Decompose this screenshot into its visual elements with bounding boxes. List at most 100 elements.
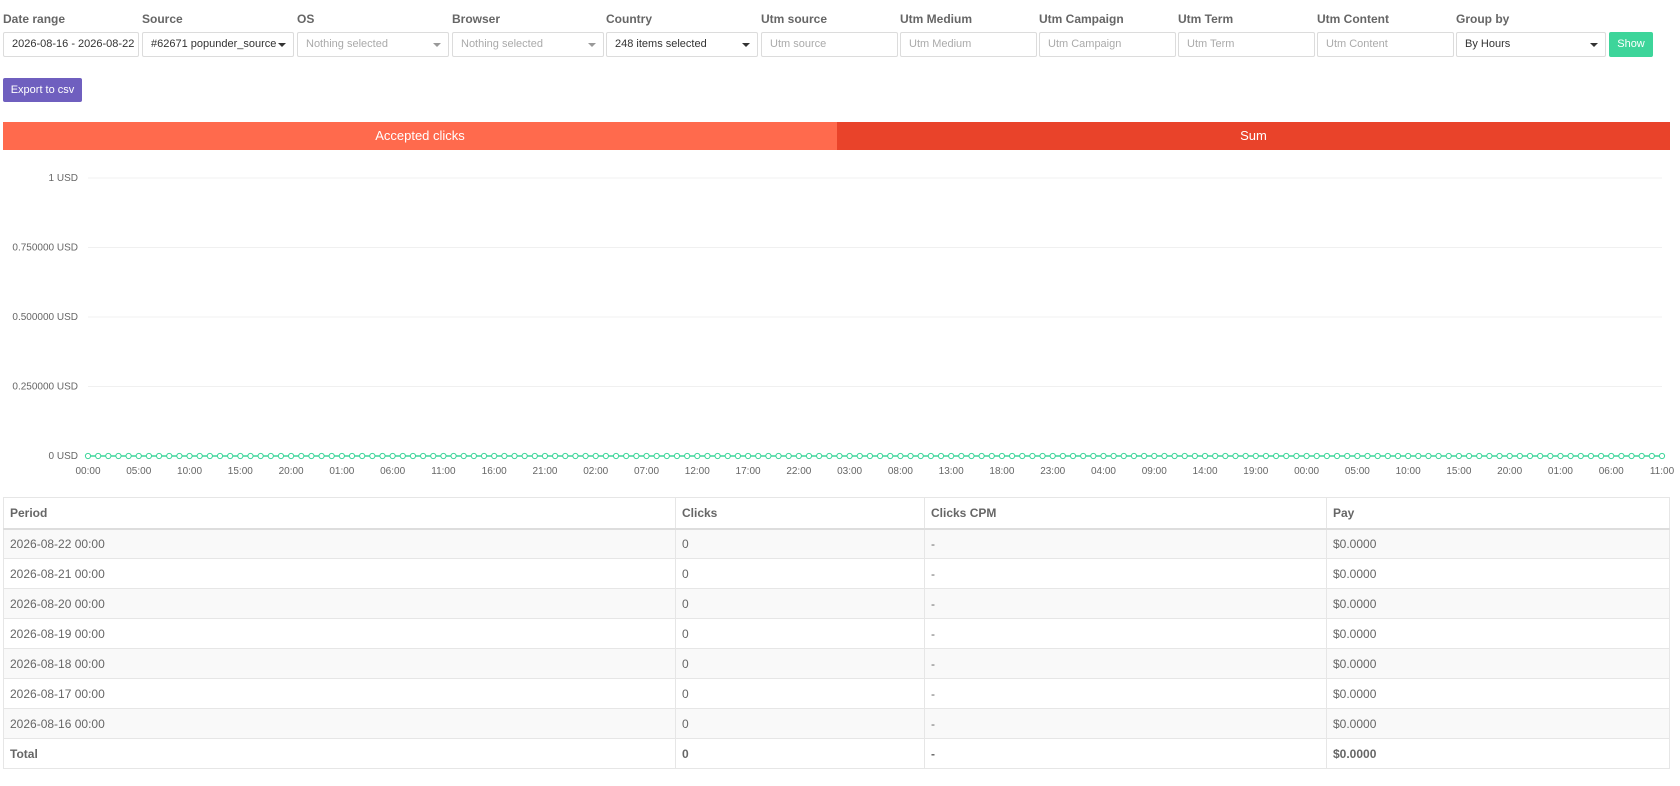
data-point[interactable]: [1547, 452, 1554, 460]
country-select[interactable]: 248 items selected: [606, 32, 758, 57]
data-point[interactable]: [328, 452, 335, 460]
tab-accepted-clicks[interactable]: Accepted clicks: [3, 122, 837, 150]
data-point[interactable]: [744, 452, 752, 460]
data-point[interactable]: [663, 452, 670, 460]
data-point[interactable]: [1080, 452, 1087, 460]
data-point[interactable]: [633, 452, 640, 460]
data-point[interactable]: [1648, 452, 1655, 460]
data-point[interactable]: [1323, 452, 1330, 460]
data-point[interactable]: [1222, 452, 1229, 460]
data-point[interactable]: [1618, 452, 1625, 460]
utm-campaign-input[interactable]: Utm Campaign: [1039, 32, 1176, 57]
data-point[interactable]: [501, 452, 508, 460]
utm-source-input[interactable]: Utm source: [761, 32, 898, 57]
data-point[interactable]: [917, 452, 924, 460]
data-point[interactable]: [1405, 452, 1412, 460]
data-point[interactable]: [1374, 452, 1381, 460]
data-point[interactable]: [470, 452, 477, 460]
data-point[interactable]: [978, 452, 985, 460]
data-point[interactable]: [409, 452, 417, 460]
data-point[interactable]: [145, 452, 153, 460]
data-point[interactable]: [1252, 452, 1259, 460]
data-point[interactable]: [734, 452, 742, 460]
show-button[interactable]: Show: [1609, 32, 1653, 57]
data-point[interactable]: [1567, 452, 1574, 460]
data-point[interactable]: [1344, 452, 1351, 460]
data-point[interactable]: [1191, 452, 1198, 460]
data-point[interactable]: [155, 452, 163, 460]
data-point[interactable]: [1141, 452, 1148, 460]
data-point[interactable]: [1029, 452, 1036, 460]
data-point[interactable]: [998, 452, 1006, 460]
data-point[interactable]: [1171, 452, 1178, 460]
data-point[interactable]: [795, 452, 802, 460]
column-header-period[interactable]: Period: [3, 497, 676, 530]
data-point[interactable]: [1384, 452, 1391, 460]
data-point[interactable]: [389, 452, 396, 460]
data-point[interactable]: [196, 452, 203, 460]
data-point[interactable]: [1628, 452, 1635, 460]
data-point[interactable]: [958, 452, 965, 460]
data-point[interactable]: [1638, 452, 1645, 460]
data-point[interactable]: [186, 452, 193, 460]
data-point[interactable]: [1597, 452, 1605, 460]
export-csv-button[interactable]: Export to csv: [3, 78, 82, 102]
data-point[interactable]: [1465, 452, 1473, 460]
data-point[interactable]: [836, 452, 843, 460]
data-point[interactable]: [1455, 452, 1463, 460]
data-point[interactable]: [907, 452, 914, 460]
data-point[interactable]: [369, 452, 376, 460]
data-point[interactable]: [785, 452, 792, 460]
data-point[interactable]: [562, 452, 569, 460]
data-point[interactable]: [1445, 452, 1452, 460]
data-point[interactable]: [247, 452, 254, 460]
data-point[interactable]: [1039, 452, 1046, 460]
data-point[interactable]: [704, 452, 711, 460]
source-select[interactable]: #62671 popunder_source: [142, 32, 294, 57]
data-point[interactable]: [1049, 452, 1056, 460]
data-point[interactable]: [755, 452, 762, 460]
data-point[interactable]: [887, 452, 894, 460]
data-point[interactable]: [653, 452, 660, 460]
data-point[interactable]: [856, 452, 863, 460]
data-point[interactable]: [206, 452, 213, 460]
data-point[interactable]: [1658, 452, 1666, 460]
data-point[interactable]: [1476, 452, 1483, 460]
data-point[interactable]: [846, 452, 853, 460]
data-point[interactable]: [1415, 452, 1422, 460]
data-point[interactable]: [257, 452, 264, 460]
data-point[interactable]: [968, 452, 975, 460]
data-point[interactable]: [338, 452, 345, 460]
data-point[interactable]: [480, 452, 488, 460]
data-point[interactable]: [216, 452, 224, 460]
data-point[interactable]: [1608, 452, 1615, 460]
data-point[interactable]: [714, 452, 721, 460]
data-point[interactable]: [1212, 452, 1219, 460]
data-point[interactable]: [298, 452, 305, 460]
data-point[interactable]: [95, 452, 102, 460]
group-by-select[interactable]: By Hours: [1456, 32, 1606, 57]
data-point[interactable]: [1303, 452, 1310, 460]
data-point[interactable]: [511, 452, 518, 460]
data-point[interactable]: [1090, 452, 1097, 460]
data-point[interactable]: [775, 452, 782, 460]
data-point[interactable]: [1313, 452, 1320, 460]
data-point[interactable]: [1506, 452, 1513, 460]
data-point[interactable]: [531, 452, 538, 460]
data-point[interactable]: [1516, 452, 1523, 460]
data-point[interactable]: [359, 452, 366, 460]
data-point[interactable]: [1354, 452, 1361, 460]
data-point[interactable]: [572, 452, 579, 460]
data-point[interactable]: [166, 452, 173, 460]
os-select[interactable]: Nothing selected: [297, 32, 449, 57]
data-point[interactable]: [1293, 452, 1300, 460]
data-point[interactable]: [1425, 452, 1432, 460]
data-point[interactable]: [1110, 452, 1117, 460]
column-header-clicks[interactable]: Clicks: [675, 497, 925, 530]
data-point[interactable]: [582, 452, 589, 460]
data-point[interactable]: [1232, 452, 1239, 460]
data-point[interactable]: [1019, 452, 1026, 460]
data-point[interactable]: [135, 452, 142, 460]
data-point[interactable]: [450, 452, 457, 460]
data-point[interactable]: [176, 452, 183, 460]
